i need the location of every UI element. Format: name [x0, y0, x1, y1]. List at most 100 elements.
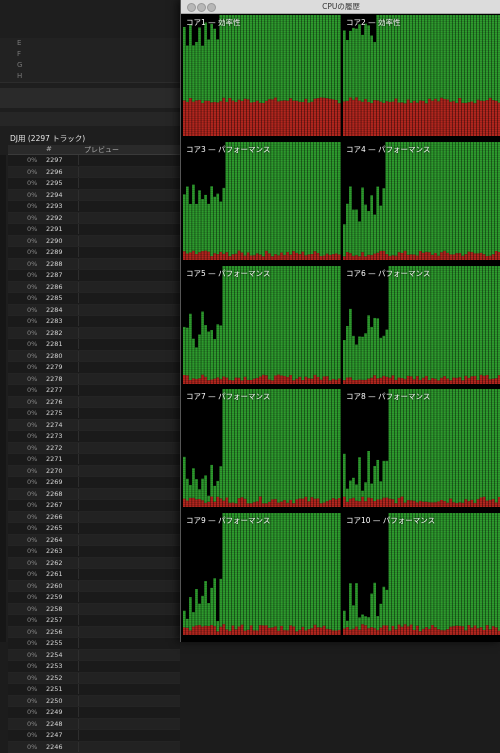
table-row[interactable]: 0%2251 — [8, 684, 180, 696]
table-row[interactable]: 0%2266 — [8, 512, 180, 524]
system-bar — [305, 255, 308, 260]
table-row[interactable]: 0%2282 — [8, 328, 180, 340]
table-row[interactable]: 0%2272 — [8, 443, 180, 455]
column-number[interactable]: # — [46, 145, 52, 153]
system-bar — [458, 98, 461, 136]
table-row[interactable]: 0%2267 — [8, 500, 180, 512]
table-row[interactable]: 0%2269 — [8, 477, 180, 489]
table-row[interactable]: 0%2250 — [8, 696, 180, 708]
track-number: 2266 — [46, 513, 63, 521]
row-percent: 0% — [27, 294, 37, 302]
table-row[interactable]: 0%2271 — [8, 454, 180, 466]
table-row[interactable]: 0%2277 — [8, 385, 180, 397]
table-row[interactable]: 0%2255 — [8, 638, 180, 650]
table-row[interactable]: 0%2279 — [8, 362, 180, 374]
user-bar — [298, 142, 301, 254]
window-titlebar[interactable]: CPUの履歴 — [181, 0, 500, 14]
table-row[interactable]: 0%2286 — [8, 282, 180, 294]
header-row-h[interactable]: H — [0, 71, 180, 83]
user-bar — [268, 266, 271, 379]
system-bar — [404, 379, 407, 384]
table-row[interactable]: 0%2293 — [8, 201, 180, 213]
table-row[interactable]: 0%2262 — [8, 558, 180, 570]
row-divider — [78, 684, 79, 694]
table-row[interactable]: 0%2273 — [8, 431, 180, 443]
table-row[interactable]: 0%2278 — [8, 374, 180, 386]
table-row[interactable]: 0%2253 — [8, 661, 180, 673]
table-row[interactable]: 0%2249 — [8, 707, 180, 719]
table-row[interactable]: 0%2288 — [8, 259, 180, 271]
table-row[interactable]: 0%2294 — [8, 190, 180, 202]
table-row[interactable]: 0%2283 — [8, 316, 180, 328]
track-number: 2261 — [46, 570, 63, 578]
user-bar — [431, 513, 434, 625]
cpu-core-graph-9: コア9 — パフォーマンス — [183, 513, 341, 635]
user-bar — [186, 187, 189, 254]
table-row[interactable]: 0%2263 — [8, 546, 180, 558]
user-bar — [361, 491, 364, 497]
row-percent: 0% — [27, 409, 37, 417]
system-bar — [259, 103, 262, 136]
system-bar — [262, 256, 265, 260]
table-row[interactable]: 0%2247 — [8, 730, 180, 742]
table-row[interactable]: 0%2296 — [8, 167, 180, 179]
system-bar — [386, 254, 389, 260]
header-row-label: H — [17, 72, 22, 80]
system-bar — [492, 254, 495, 260]
table-row[interactable]: 0%2258 — [8, 604, 180, 616]
table-row[interactable]: 0%2276 — [8, 397, 180, 409]
table-row[interactable]: 0%2274 — [8, 420, 180, 432]
table-row[interactable]: 0%2280 — [8, 351, 180, 363]
table-row[interactable]: 0%2260 — [8, 581, 180, 593]
system-bar — [250, 503, 253, 507]
user-bar — [483, 15, 486, 101]
table-row[interactable]: 0%2290 — [8, 236, 180, 248]
table-row[interactable]: 0%2264 — [8, 535, 180, 547]
table-row[interactable]: 0%2254 — [8, 650, 180, 662]
table-row[interactable]: 0%2259 — [8, 592, 180, 604]
system-bar — [373, 501, 376, 507]
user-bar — [314, 513, 317, 625]
system-bar — [320, 97, 323, 136]
user-bar — [332, 266, 335, 379]
system-bar — [370, 378, 373, 384]
table-row[interactable]: 0%2261 — [8, 569, 180, 581]
system-bar — [376, 378, 379, 384]
system-bar — [437, 502, 440, 507]
row-divider — [78, 707, 79, 717]
table-row[interactable]: 0%2297 — [8, 155, 180, 167]
table-row[interactable]: 0%2287 — [8, 270, 180, 282]
table-row[interactable]: 0%2257 — [8, 615, 180, 627]
table-row[interactable]: 0%2285 — [8, 293, 180, 305]
user-bar — [332, 389, 335, 498]
user-bar — [320, 15, 323, 97]
user-bar — [241, 142, 244, 253]
table-row[interactable]: 0%2275 — [8, 408, 180, 420]
track-number: 2255 — [46, 639, 63, 647]
table-row[interactable]: 0%2292 — [8, 213, 180, 225]
track-number: 2252 — [46, 674, 63, 682]
system-bar — [317, 98, 320, 136]
system-bar — [311, 102, 314, 136]
table-row[interactable]: 0%2270 — [8, 466, 180, 478]
cpu-core-graph-3: コア3 — パフォーマンス — [183, 142, 341, 260]
user-bar — [338, 142, 341, 255]
table-row[interactable]: 0%2265 — [8, 523, 180, 535]
table-row[interactable]: 0%2291 — [8, 224, 180, 236]
table-row[interactable]: 0%2256 — [8, 627, 180, 639]
table-row[interactable]: 0%2295 — [8, 178, 180, 190]
table-row[interactable]: 0%2268 — [8, 489, 180, 501]
table-row[interactable]: 0%2284 — [8, 305, 180, 317]
user-bar — [298, 266, 301, 377]
table-row[interactable]: 0%2252 — [8, 673, 180, 685]
table-row[interactable]: 0%2248 — [8, 719, 180, 731]
system-bar — [474, 625, 477, 635]
system-bar — [277, 255, 280, 260]
system-bar — [226, 102, 229, 136]
table-row[interactable]: 0%2281 — [8, 339, 180, 351]
table-row[interactable]: 0%2289 — [8, 247, 180, 259]
system-bar — [253, 502, 256, 507]
system-bar — [338, 255, 341, 260]
column-preview[interactable]: プレビュー — [84, 145, 119, 155]
table-row[interactable]: 0%2246 — [8, 742, 180, 753]
